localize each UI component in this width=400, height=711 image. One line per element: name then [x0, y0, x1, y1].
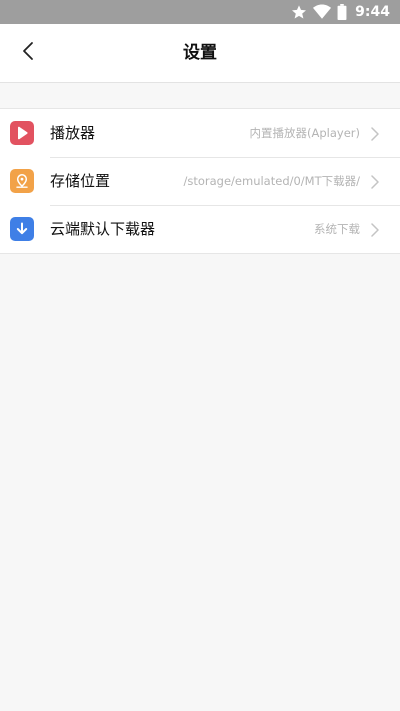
wifi-icon — [313, 4, 332, 20]
page-title: 设置 — [183, 43, 217, 63]
setting-value: /storage/emulated/0/MT下载器/ — [183, 174, 360, 188]
setting-label: 云端默认下载器 — [50, 220, 156, 238]
setting-row-cloud-downloader[interactable]: 云端默认下载器 系统下载 — [0, 205, 400, 253]
status-time: 9:44 — [355, 4, 390, 20]
setting-value: 系统下载 — [314, 222, 360, 236]
star-icon — [291, 4, 307, 20]
setting-label: 播放器 — [50, 124, 96, 142]
app-bar: 设置 — [0, 24, 400, 83]
chevron-right-icon — [370, 174, 380, 189]
status-bar: 9:44 — [0, 0, 400, 24]
setting-row-player[interactable]: 播放器 内置播放器(Aplayer) — [0, 109, 400, 157]
chevron-right-icon — [370, 222, 380, 237]
settings-list: 播放器 内置播放器(Aplayer) 存储位置 /storage/emulate… — [0, 108, 400, 254]
setting-row-storage[interactable]: 存储位置 /storage/emulated/0/MT下载器/ — [0, 157, 400, 205]
back-button[interactable] — [8, 33, 48, 73]
play-icon — [10, 121, 34, 145]
chevron-left-icon — [22, 41, 34, 65]
setting-value: 内置播放器(Aplayer) — [249, 126, 361, 140]
download-arrow-icon — [10, 217, 34, 241]
status-icons: 9:44 — [291, 0, 390, 24]
location-pin-icon — [10, 169, 34, 193]
chevron-right-icon — [370, 126, 380, 141]
battery-icon — [337, 4, 347, 20]
setting-label: 存储位置 — [50, 172, 111, 190]
